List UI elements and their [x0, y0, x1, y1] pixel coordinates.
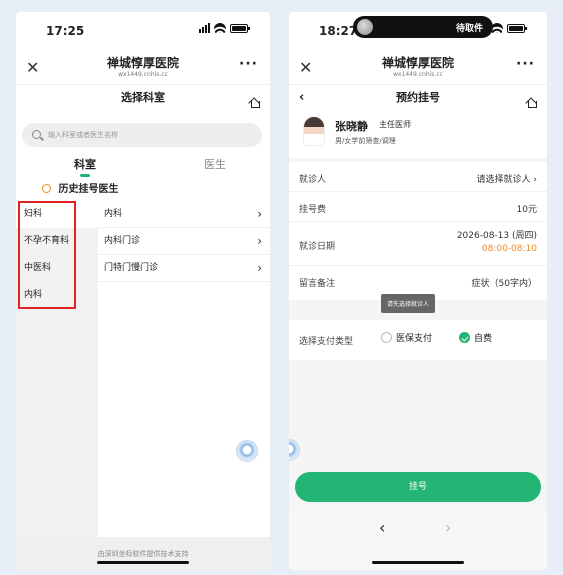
search-placeholder: 输入科室或者医生名称: [48, 131, 118, 139]
radio-insurance-label: 医保支付: [396, 334, 433, 344]
status-icons: [199, 23, 250, 33]
remark-input[interactable]: 症状（50字内）: [472, 276, 537, 289]
tab-doctor[interactable]: 医生: [204, 156, 226, 172]
back-icon[interactable]: ‹: [299, 85, 304, 111]
page-title: 选择科室: [121, 91, 165, 104]
time-slot-value: 08:00-08:10: [481, 244, 537, 254]
subdepartment-label: 门特门慢门诊: [104, 263, 159, 273]
page-title: 预约挂号: [396, 91, 440, 104]
radio-insurance[interactable]: 医保支付: [381, 331, 432, 344]
mini-program-navbar: ✕ 禅城惇厚医院 wx1449.cnhis.cc ···: [289, 50, 547, 84]
status-bar: 18:27 待取件: [289, 12, 547, 50]
patient-row[interactable]: 就诊人 请选择就诊人 ›: [289, 162, 547, 192]
close-icon[interactable]: ✕: [299, 58, 312, 77]
wifi-icon: [491, 23, 503, 33]
hospital-domain: wx1449.cnhis.cc: [118, 71, 168, 78]
close-icon[interactable]: ✕: [26, 58, 39, 77]
subdepartment-label: 内科: [104, 209, 123, 219]
date-label: 就诊日期: [299, 242, 336, 252]
radio-checked-icon: [459, 332, 470, 343]
date-value-group: 2026-08-13 (周四) 08:00-08:10: [457, 230, 537, 256]
radio-self-pay-label: 自费: [474, 334, 493, 344]
status-icons: [491, 23, 527, 33]
dynamic-island: 待取件: [353, 16, 493, 38]
hospital-title: 禅城惇厚医院: [381, 56, 454, 70]
status-bar: 17:25: [16, 12, 270, 50]
clock-icon: [42, 184, 51, 193]
toast-message: 请先选择就诊人: [381, 294, 436, 313]
chevron-right-icon: ›: [257, 234, 262, 248]
date-row: 就诊日期 2026-08-13 (周四) 08:00-08:10: [289, 222, 547, 266]
nav-forward-icon[interactable]: ›: [445, 518, 451, 537]
signal-icon: [199, 23, 210, 33]
doctor-specialty: 男/女学前筛查/调理: [335, 137, 396, 145]
home-icon[interactable]: [249, 92, 260, 108]
tab-department[interactable]: 科室: [74, 156, 96, 177]
payment-type-row: 选择支付类型 医保支付 自费: [289, 320, 547, 360]
fee-value: 10元: [516, 205, 537, 215]
radio-unchecked-icon: [381, 332, 392, 343]
payment-label: 选择支付类型: [299, 337, 354, 347]
subdepartment-list: 内科 › 内科门诊 › 门特门慢门诊 ›: [98, 201, 270, 282]
date-value: 2026-08-13 (周四): [456, 231, 537, 241]
avatar: [357, 19, 373, 35]
history-label: 历史挂号医生: [58, 184, 119, 195]
home-indicator: [97, 561, 189, 564]
doctor-title: 主任医师: [379, 120, 411, 129]
hospital-domain: wx1449.cnhis.cc: [393, 71, 443, 78]
phone-select-department: 17:25 ✕ 禅城惇厚医院 wx1449.cnhis.cc ··· 选择科室 …: [16, 12, 270, 570]
footer: 由深圳坐标软件提供技术支持: [16, 537, 270, 570]
battery-icon: [507, 23, 527, 33]
status-time: 18:27: [319, 24, 358, 38]
search-icon: [32, 130, 41, 139]
patient-select[interactable]: 请选择就诊人 ›: [477, 172, 537, 185]
mascot-icon[interactable]: [236, 440, 258, 462]
search-input[interactable]: 输入科室或者医生名称: [22, 123, 262, 147]
doctor-card: 张晓静 主任医师 男/女学前筛查/调理: [289, 110, 547, 158]
radio-self-pay[interactable]: 自费: [459, 331, 492, 344]
register-button[interactable]: 挂号: [295, 472, 541, 502]
doctor-photo: [303, 116, 325, 146]
battery-icon: [230, 23, 250, 33]
subdepartment-label: 内科门诊: [104, 236, 141, 246]
subdepartment-item[interactable]: 门特门慢门诊 ›: [98, 255, 270, 282]
home-icon[interactable]: [526, 92, 537, 108]
browser-bottom-nav: ‹ ›: [289, 510, 547, 570]
status-time: 17:25: [46, 24, 85, 38]
highlight-box: [18, 201, 76, 309]
phone-booking: 18:27 待取件 ✕ 禅城惇厚医院 wx1449.cnhis.cc ··· ‹…: [289, 12, 547, 570]
patient-label: 就诊人: [299, 175, 327, 185]
subdepartment-item[interactable]: 内科 ›: [98, 201, 270, 228]
page-header: ‹ 预约挂号: [289, 84, 547, 110]
home-indicator: [372, 561, 464, 564]
hospital-title: 禅城惇厚医院: [106, 56, 179, 70]
booking-form: 就诊人 请选择就诊人 › 挂号费 10元 就诊日期 2026-08-13 (周四…: [289, 162, 547, 300]
doctor-name: 张晓静: [335, 120, 368, 133]
tab-bar: 科室 医生: [16, 150, 270, 177]
more-icon[interactable]: ···: [516, 56, 535, 72]
more-icon[interactable]: ···: [239, 56, 258, 72]
remark-label: 留言备注: [299, 279, 336, 289]
fee-label: 挂号费: [299, 205, 327, 215]
fee-row: 挂号费 10元: [289, 192, 547, 222]
chevron-right-icon: ›: [257, 207, 262, 221]
mascot-icon[interactable]: [289, 439, 300, 461]
footer-text: 由深圳坐标软件提供技术支持: [97, 550, 189, 558]
nav-back-icon[interactable]: ‹: [379, 518, 385, 537]
subdepartment-item[interactable]: 内科门诊 ›: [98, 228, 270, 255]
page-header: 选择科室: [16, 84, 270, 110]
wifi-icon: [214, 23, 226, 33]
island-notice: 待取件: [455, 24, 483, 34]
chevron-right-icon: ›: [257, 261, 262, 275]
mini-program-navbar: ✕ 禅城惇厚医院 wx1449.cnhis.cc ···: [16, 50, 270, 84]
history-doctors-link[interactable]: 历史挂号医生: [42, 180, 118, 195]
